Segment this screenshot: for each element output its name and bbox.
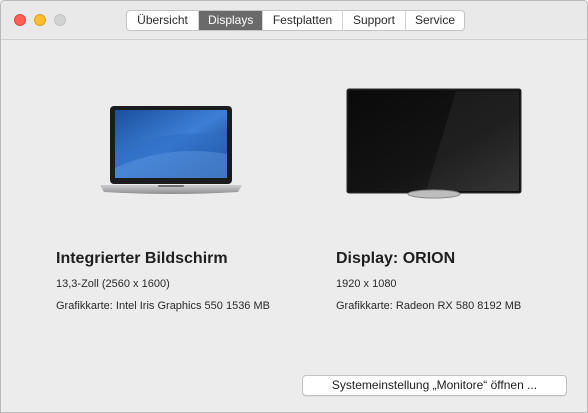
display-graphics: Grafikkarte: Intel Iris Graphics 550 153… [56, 300, 270, 312]
tab-overview[interactable]: Übersicht [127, 11, 199, 30]
tab-service[interactable]: Service [406, 11, 464, 30]
system-info-window: Übersicht Displays Festplatten Support S… [0, 0, 588, 413]
close-window-button[interactable] [14, 14, 26, 26]
monitor-icon [346, 88, 522, 199]
display-resolution: 13,3-Zoll (2560 x 1600) [56, 278, 170, 290]
display-name: Display: ORION [336, 250, 456, 267]
title-bar: Übersicht Displays Festplatten Support S… [1, 1, 587, 40]
laptop-icon [100, 106, 242, 194]
displays-pane: Integrierter Bildschirm 13,3-Zoll (2560 … [1, 40, 587, 412]
minimize-window-button[interactable] [34, 14, 46, 26]
display-resolution: 1920 x 1080 [336, 278, 397, 290]
tab-support[interactable]: Support [343, 11, 406, 30]
maximize-window-button[interactable] [54, 14, 66, 26]
tab-bar: Übersicht Displays Festplatten Support S… [126, 10, 465, 31]
tab-displays[interactable]: Displays [199, 11, 263, 30]
tab-storage[interactable]: Festplatten [263, 11, 343, 30]
display-graphics: Grafikkarte: Radeon RX 580 8192 MB [336, 300, 522, 312]
display-name: Integrierter Bildschirm [56, 250, 228, 267]
open-displays-preferences-button[interactable]: Systemeinstellung „Monitore“ öffnen ... [302, 375, 567, 396]
